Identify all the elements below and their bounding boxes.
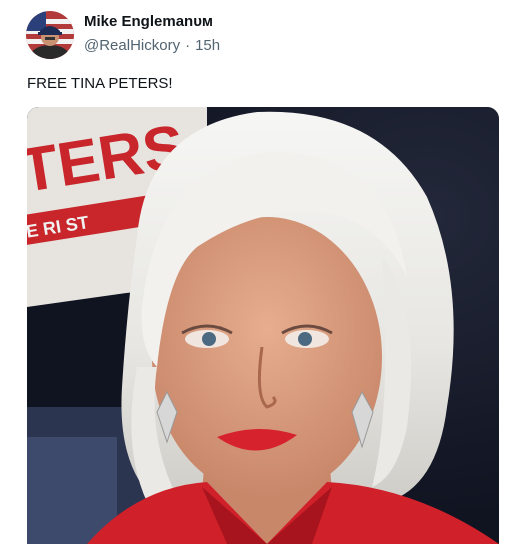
meta-separator: · <box>185 37 191 54</box>
post-text: FREE TINA PETERS! <box>27 75 173 92</box>
author-handle[interactable]: @RealHickory <box>84 37 180 54</box>
avatar-icon <box>26 11 74 59</box>
author-name[interactable]: Mike Englemanᴜᴍ <box>84 13 213 30</box>
post-timestamp[interactable]: 15h <box>195 37 220 54</box>
photo-icon: TERS E RI ST <box>27 107 499 544</box>
post-meta: @RealHickory · 15h <box>84 37 220 54</box>
post-media[interactable]: TERS E RI ST <box>27 107 499 544</box>
post: Mike Englemanᴜᴍ @RealHickory · 15h FREE TI… <box>0 0 515 544</box>
avatar[interactable] <box>26 11 74 59</box>
